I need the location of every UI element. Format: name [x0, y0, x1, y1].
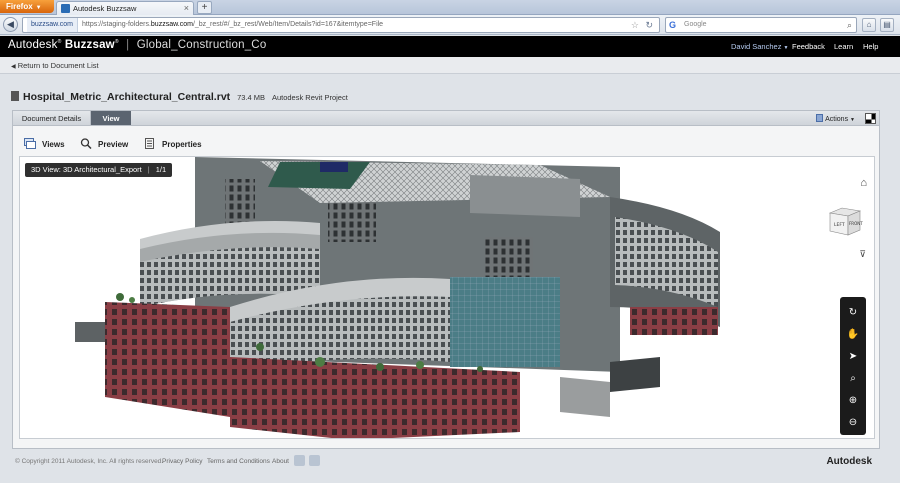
document-title: Hospital_Metric_Architectural_Central.rv…	[11, 91, 348, 103]
fullscreen-toggle-icon[interactable]	[865, 113, 876, 124]
magnifier-icon	[80, 138, 92, 149]
zoom-in-icon[interactable]: ⊕	[845, 393, 861, 409]
preview-button[interactable]: Preview	[80, 138, 128, 149]
building-model[interactable]	[20, 157, 875, 439]
view-cube-left-label: LEFT	[834, 222, 845, 228]
search-box[interactable]: G Google ⌕	[665, 17, 857, 33]
search-icon[interactable]: ⌕	[847, 18, 852, 32]
help-link[interactable]: Help	[863, 42, 878, 51]
new-tab-button[interactable]: +	[197, 1, 212, 14]
browser-tab-title: Autodesk Buzzsaw	[73, 4, 137, 13]
home-nav-icon[interactable]: ⌂	[862, 18, 876, 32]
tab-view[interactable]: View	[91, 111, 131, 125]
twitter-icon[interactable]	[309, 455, 320, 466]
chevron-down-icon: ▼	[35, 5, 42, 11]
favicon-icon	[61, 4, 70, 13]
sub-navigation: ◀ Return to Document List	[0, 57, 900, 74]
document-size: 73.4 MB	[237, 93, 266, 102]
document-icon	[11, 91, 19, 101]
actions-menu[interactable]: Actions ▼	[816, 114, 855, 123]
properties-label: Properties	[162, 140, 202, 149]
about-link[interactable]: About	[272, 458, 289, 465]
browser-tab-strip: Firefox ▼ Autodesk Buzzsaw × +	[0, 0, 900, 15]
view-name-badge: 3D View: 3D Architectural_Export | 1/1	[25, 163, 173, 177]
bookmarks-icon[interactable]: ▤	[880, 18, 894, 32]
facebook-icon[interactable]	[294, 455, 305, 466]
back-button[interactable]: ◀	[3, 17, 18, 32]
page-tabs: Document Details View Actions ▼	[12, 110, 880, 126]
navigation-bar: ↻ ✋ ➤ ⌕ ⊕ ⊖	[840, 297, 866, 435]
views-icon	[24, 138, 36, 149]
views-button[interactable]: Views	[24, 138, 65, 149]
footer-brand: Autodesk	[826, 456, 872, 467]
brand-main: Autodesk	[8, 39, 58, 51]
view-cube-menu-icon[interactable]: ⊽	[859, 249, 866, 260]
document-type: Autodesk Revit Project	[271, 93, 348, 102]
firefox-menu-button[interactable]: Firefox ▼	[0, 0, 54, 13]
viewer-toolbar: Views Preview Properties	[13, 126, 879, 156]
return-link-label: Return to Document List	[17, 61, 99, 70]
view-name: 3D View: 3D Architectural_Export	[31, 165, 142, 174]
user-name: David Sanchez	[731, 42, 782, 51]
actions-label: Actions	[825, 116, 849, 123]
properties-icon	[145, 138, 154, 149]
google-icon[interactable]: G	[669, 20, 679, 30]
reload-icon[interactable]: ↻	[645, 18, 653, 32]
user-menu[interactable]: David Sanchez ▼	[731, 42, 789, 51]
brand-product: Buzzsaw	[64, 39, 115, 51]
back-arrow-icon: ◀	[11, 64, 16, 70]
privacy-policy-link[interactable]: Privacy Policy	[162, 458, 202, 465]
search-placeholder: Google	[684, 21, 707, 28]
firefox-menu-label: Firefox	[6, 2, 33, 11]
address-bar[interactable]: buzzsaw.com https://staging-folders.buzzs…	[22, 17, 660, 33]
bookmark-star-icon[interactable]: ☆	[631, 18, 639, 32]
copyright: © Copyright 2011 Autodesk, Inc. All righ…	[15, 458, 164, 465]
view-cube-front-label: FRONT	[849, 221, 863, 226]
pan-hand-icon[interactable]: ✋	[845, 327, 861, 343]
properties-button[interactable]: Properties	[144, 138, 202, 149]
terms-link[interactable]: Terms and Conditions	[207, 458, 270, 465]
views-label: Views	[42, 140, 65, 149]
brand-separator: |	[126, 39, 130, 51]
return-link[interactable]: ◀ Return to Document List	[11, 61, 99, 70]
url-prefix: https://staging-folders.	[82, 21, 151, 28]
browser-nav-bar: ◀ buzzsaw.com https://staging-folders.buz…	[0, 15, 900, 35]
organization-name[interactable]: Global_Construction_Co	[137, 39, 267, 51]
home-view-icon[interactable]: ⌂	[860, 177, 867, 189]
feedback-link[interactable]: Feedback	[792, 42, 825, 51]
page-footer: © Copyright 2011 Autodesk, Inc. All righ…	[0, 451, 900, 471]
browser-tab[interactable]: Autodesk Buzzsaw ×	[56, 1, 194, 15]
app-window: Firefox ▼ Autodesk Buzzsaw × + ◀ buzzsaw.…	[0, 0, 900, 483]
document-name: Hospital_Metric_Architectural_Central.rv…	[23, 91, 231, 103]
zoom-window-icon[interactable]: ⌕	[845, 371, 861, 387]
url-host: buzzsaw.com	[150, 21, 193, 28]
view-cube[interactable]: LEFT FRONT	[826, 205, 864, 237]
app-header: Autodesk® Buzzsaw® | Global_Construction…	[0, 36, 900, 57]
select-pointer-icon[interactable]: ➤	[845, 349, 861, 365]
url-path: /_bz_rest/#/_bz_rest/Web/Item/Details?id…	[192, 21, 384, 28]
actions-icon	[816, 114, 824, 122]
learn-link[interactable]: Learn	[834, 42, 853, 51]
tab-document-details[interactable]: Document Details	[13, 111, 91, 125]
close-icon[interactable]: ×	[184, 3, 189, 13]
view-page: 1/1	[155, 165, 167, 174]
viewer-panel: Views Preview Properties 3D View: 3D Arc…	[12, 126, 880, 449]
site-identity[interactable]: buzzsaw.com	[27, 18, 79, 32]
3d-viewport[interactable]: 3D View: 3D Architectural_Export | 1/1 ⌂ L…	[19, 156, 875, 439]
zoom-out-icon[interactable]: ⊖	[845, 415, 861, 431]
preview-label: Preview	[98, 140, 129, 149]
brand-logo: Autodesk® Buzzsaw® | Global_Construction…	[8, 39, 267, 51]
view-divider: |	[147, 165, 150, 174]
orbit-icon[interactable]: ↻	[845, 305, 861, 321]
